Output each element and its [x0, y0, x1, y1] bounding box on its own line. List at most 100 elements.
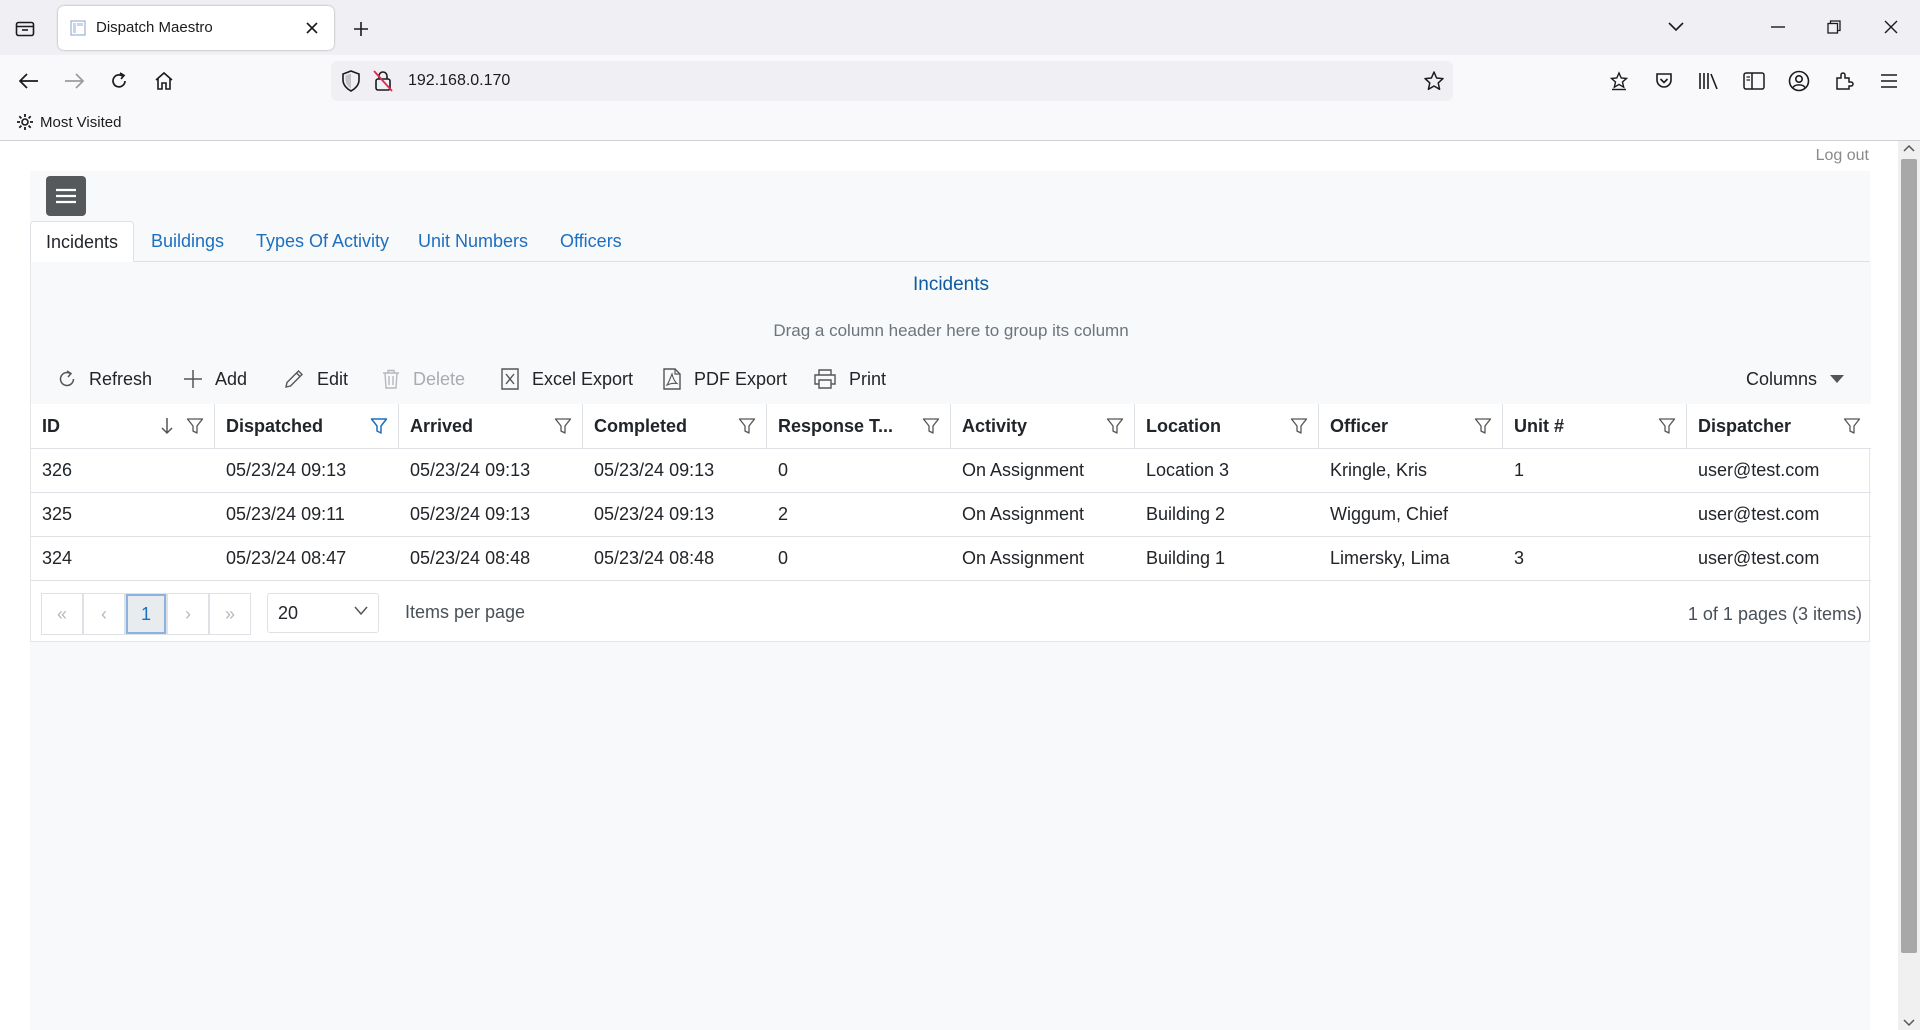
cell-activity: On Assignment [962, 504, 1085, 524]
bookmark-star-icon[interactable] [1423, 70, 1445, 92]
chevron-down-icon [354, 606, 368, 616]
filter-icon[interactable] [1474, 417, 1492, 435]
cell-dispatcher: user@test.com [1698, 460, 1820, 480]
column-title: Location [1146, 416, 1221, 436]
reload-icon[interactable] [106, 68, 132, 94]
cell-dispatcher: user@test.com [1698, 504, 1820, 524]
save-to-pocket-list-icon[interactable] [1606, 68, 1632, 94]
tab-unit-numbers[interactable]: Unit Numbers [403, 221, 543, 261]
edit-button[interactable]: Edit [283, 354, 348, 404]
column-header-officer[interactable]: Officer [1319, 404, 1503, 448]
delete-button[interactable]: Delete [381, 354, 465, 404]
tracking-protection-shield-icon[interactable] [341, 70, 361, 92]
filter-icon[interactable] [738, 417, 756, 435]
pager-next-button[interactable]: › [167, 593, 209, 635]
filter-icon[interactable] [554, 417, 572, 435]
refresh-button[interactable]: Refresh [57, 354, 152, 404]
table-row[interactable]: 326 05/23/24 09:13 05/23/24 09:13 05/23/… [31, 449, 1871, 493]
column-header-dispatcher[interactable]: Dispatcher [1687, 404, 1871, 448]
excel-export-button[interactable]: Excel Export [500, 354, 633, 404]
home-icon[interactable] [151, 68, 177, 94]
address-bar[interactable]: 192.168.0.170 [331, 61, 1453, 101]
pager-info: 1 of 1 pages (3 items) [1687, 604, 1862, 624]
library-icon[interactable] [1696, 68, 1722, 94]
scrollbar-thumb[interactable] [1901, 159, 1917, 953]
cell-location: Location 3 [1146, 460, 1230, 480]
extensions-icon[interactable] [1831, 68, 1857, 94]
pencil-icon [283, 368, 305, 390]
tab-overview-icon[interactable] [12, 16, 38, 40]
column-header-unit-number[interactable]: Unit # [1503, 404, 1687, 448]
filter-icon[interactable] [1106, 417, 1124, 435]
page-favicon-icon [70, 20, 86, 36]
tab-buildings[interactable]: Buildings [136, 221, 239, 261]
column-title: Officer [1330, 416, 1389, 436]
cell-arrived: 05/23/24 09:13 [410, 504, 531, 524]
tab-officers[interactable]: Officers [545, 221, 637, 261]
column-title: Dispatched [226, 416, 324, 436]
filter-icon[interactable] [1658, 417, 1676, 435]
page-vertical-scrollbar[interactable] [1898, 141, 1920, 1030]
cell-response-time: 2 [778, 504, 789, 524]
column-title: Completed [594, 416, 688, 436]
pager-first-button[interactable]: « [41, 593, 83, 635]
column-header-id[interactable]: ID [31, 404, 215, 448]
pocket-icon[interactable] [1651, 68, 1677, 94]
cell-dispatched: 05/23/24 08:47 [226, 548, 347, 568]
scroll-down-arrow-icon[interactable] [1903, 1019, 1915, 1027]
new-tab-icon[interactable] [348, 16, 374, 42]
table-row[interactable]: 325 05/23/24 09:11 05/23/24 09:13 05/23/… [31, 493, 1871, 537]
tab-title: Dispatch Maestro [96, 19, 213, 36]
page-size-select[interactable]: 20 [267, 593, 379, 633]
window-close-icon[interactable] [1878, 14, 1904, 40]
filter-icon[interactable] [922, 417, 940, 435]
caret-down-icon [1829, 374, 1845, 384]
pager-page-1-button[interactable]: 1 [125, 593, 167, 635]
pager-last-button[interactable]: » [209, 593, 251, 635]
hamburger-menu-button[interactable] [46, 176, 86, 216]
column-header-activity[interactable]: Activity [951, 404, 1135, 448]
tab-types-of-activity[interactable]: Types Of Activity [241, 221, 404, 261]
pager-prev-button[interactable]: ‹ [83, 593, 125, 635]
cell-unit-number [1503, 493, 1514, 536]
insecure-lock-icon[interactable] [373, 70, 393, 92]
sort-descending-icon[interactable] [160, 417, 174, 435]
sidebar-icon[interactable] [1741, 68, 1767, 94]
list-all-tabs-icon[interactable] [1663, 14, 1689, 40]
refresh-icon [57, 369, 77, 389]
tab-close-icon[interactable] [300, 16, 324, 40]
add-button[interactable]: Add [183, 354, 247, 404]
most-visited-bookmark[interactable]: Most Visited [16, 113, 121, 131]
delete-label: Delete [413, 368, 466, 389]
filter-active-icon[interactable] [370, 417, 388, 435]
filter-icon[interactable] [1843, 417, 1861, 435]
filter-icon[interactable] [1290, 417, 1308, 435]
tab-incidents[interactable]: Incidents [30, 221, 135, 263]
restore-icon[interactable] [1821, 14, 1847, 40]
minimize-icon[interactable] [1765, 14, 1791, 40]
column-header-location[interactable]: Location [1135, 404, 1319, 448]
column-header-response-time[interactable]: Response T... [767, 404, 951, 448]
back-icon[interactable] [16, 68, 42, 94]
column-header-arrived[interactable]: Arrived [399, 404, 583, 448]
browser-tab[interactable]: Dispatch Maestro [58, 6, 334, 50]
cell-response-time: 0 [778, 460, 789, 480]
grid-toolbar: Refresh Add Edit Delete Excel Export PDF… [31, 354, 1871, 405]
scroll-up-arrow-icon[interactable] [1903, 144, 1915, 152]
print-button[interactable]: Print [813, 354, 886, 404]
column-header-completed[interactable]: Completed [583, 404, 767, 448]
cell-activity: On Assignment [962, 548, 1085, 568]
section-tabs: Incidents Buildings Types Of Activity Un… [30, 221, 1870, 263]
account-icon[interactable] [1786, 68, 1812, 94]
filter-icon[interactable] [186, 417, 204, 435]
logout-link[interactable]: Log out [1816, 147, 1869, 165]
url-text[interactable]: 192.168.0.170 [408, 72, 510, 90]
table-row[interactable]: 324 05/23/24 08:47 05/23/24 08:48 05/23/… [31, 537, 1871, 581]
forward-icon[interactable] [61, 68, 87, 94]
pdf-export-button[interactable]: PDF Export [662, 354, 787, 404]
columns-chooser-button[interactable]: Columns [1746, 354, 1845, 404]
column-header-dispatched[interactable]: Dispatched [215, 404, 399, 448]
browser-tab-strip: Dispatch Maestro [0, 0, 1920, 55]
group-panel[interactable]: Drag a column header here to group its c… [31, 308, 1871, 355]
app-menu-icon[interactable] [1876, 68, 1902, 94]
